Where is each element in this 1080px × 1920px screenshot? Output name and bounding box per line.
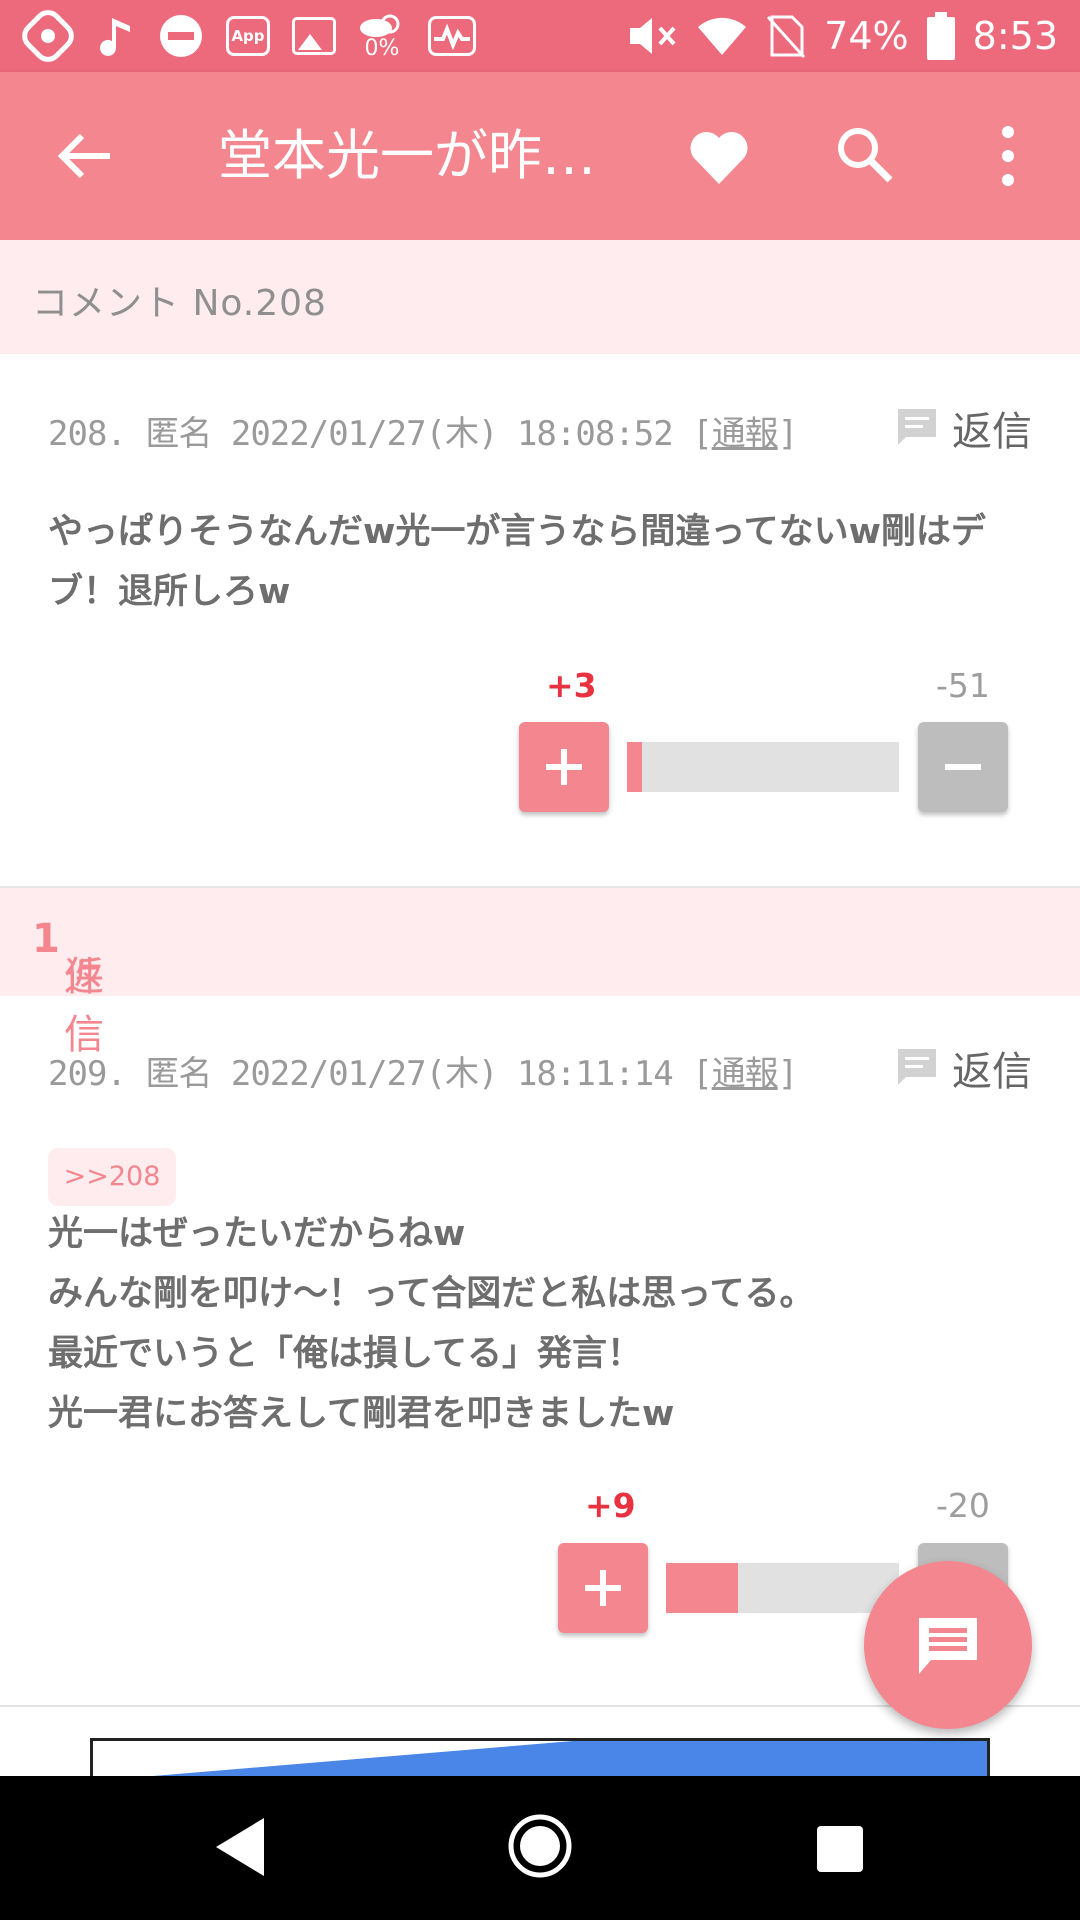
comment-datetime: 2022/01/27(木) 18:11:14 [230, 1054, 674, 1094]
reply-count-suffix: 件 [64, 954, 104, 1000]
weather-icon: 0% [358, 12, 406, 60]
vote-ratio-fill [627, 742, 643, 792]
comment-datetime: 2022/01/27(木) 18:08:52 [230, 414, 674, 454]
search-icon[interactable] [830, 120, 898, 188]
nav-recent-icon[interactable] [817, 1826, 863, 1872]
plus-vote-button[interactable] [519, 722, 609, 812]
comment-line: 最近でいうと「俺は損してる」発言！ [48, 1334, 642, 1374]
comment-author: 匿名 [145, 414, 212, 454]
battery-icon [926, 12, 955, 60]
vote-ratio-fill [666, 1563, 739, 1613]
comment-header: コメント No.208 [0, 240, 1080, 354]
battery-percent: 74% [824, 14, 909, 58]
minus-vote-count: -20 [936, 1486, 990, 1525]
report-open-bracket: [ [692, 1054, 713, 1094]
comment-line: やっぱりそうなんだw光一が言うなら間違ってないw剛はデ [48, 512, 986, 552]
music-note-icon [96, 14, 136, 58]
article-image[interactable] [90, 1738, 990, 1778]
comment-body: 光一はぜったいだからねw みんな剛を叩け〜！って合図だと私は思ってる。 最近でい… [48, 1204, 1008, 1444]
vote-ratio-bar [627, 742, 899, 792]
comment-header-label: コメント No.208 [32, 283, 327, 324]
reply-count-number: 1 [32, 916, 60, 962]
comment-number: 209. [48, 1054, 127, 1094]
nav-home-icon[interactable] [506, 1812, 574, 1880]
comment-icon [919, 1618, 977, 1674]
weather-percent: 0% [364, 36, 400, 61]
status-bar: App 0% 74% 8:53 [0, 0, 1080, 72]
minus-vote-count: -51 [936, 666, 990, 705]
comment-line: 光一君にお答えして剛君を叩きましたw [48, 1394, 675, 1434]
report-close-bracket: ] [777, 414, 799, 454]
reply-button[interactable]: 返信 [896, 400, 1032, 456]
more-vert-icon[interactable] [990, 118, 1026, 194]
plus-vote-button[interactable] [558, 1543, 648, 1633]
page-title: 堂本光一が昨… [218, 124, 596, 187]
vote-ratio-bar [666, 1563, 899, 1613]
report-open-bracket: [ [692, 414, 713, 454]
anchor-link[interactable]: >>208 [48, 1148, 176, 1206]
comment-meta: 209. 匿名 2022/01/27(木) 18:11:14 [通報] [48, 1046, 799, 1095]
app-logo-icon [22, 10, 74, 62]
plus-vote-count: +3 [546, 666, 597, 705]
app-bar: 堂本光一が昨… [0, 72, 1080, 240]
comment-body: やっぱりそうなんだw光一が言うなら間違ってないw剛はデ ブ！退所しろw [48, 502, 1008, 622]
reply-button[interactable]: 返信 [896, 1040, 1032, 1096]
minus-vote-button[interactable] [918, 722, 1008, 812]
do-not-disturb-icon [158, 13, 204, 59]
nav-back-icon[interactable] [212, 1812, 268, 1882]
comment-line: みんな剛を叩け〜！って合図だと私は思ってる。 [48, 1274, 815, 1314]
report-link[interactable]: 通報 [712, 1054, 779, 1094]
app-badge-icon: App [226, 16, 270, 56]
pulse-icon [428, 16, 476, 56]
mute-icon [626, 14, 678, 58]
wifi-icon [696, 15, 748, 57]
comment-author: 匿名 [145, 1054, 212, 1094]
report-link[interactable]: 通報 [712, 414, 779, 454]
navigation-bar [0, 1776, 1080, 1920]
plus-vote-count: +9 [585, 1486, 636, 1525]
reply-count-label: 返信 1 件 [32, 916, 104, 1058]
image-icon [292, 17, 336, 55]
comment-meta: 208. 匿名 2022/01/27(木) 18:08:52 [通報] [48, 406, 799, 455]
comment-line: 光一はぜったいだからねw [48, 1214, 466, 1254]
reply-comment-icon [898, 1049, 936, 1085]
comment-line: ブ！退所しろw [48, 572, 291, 612]
reply-label: 返信 [952, 409, 1032, 455]
report-close-bracket: ] [777, 1054, 799, 1094]
back-arrow-icon[interactable] [50, 122, 118, 190]
heart-icon[interactable] [686, 124, 752, 190]
clock: 8:53 [972, 14, 1058, 58]
comment-fab-button[interactable] [864, 1561, 1032, 1729]
reply-label: 返信 [952, 1049, 1032, 1095]
reply-count-header: 返信 1 件 [0, 886, 1080, 1058]
comment-number: 208. [48, 414, 127, 454]
reply-comment-icon [898, 409, 936, 445]
no-sim-icon [766, 13, 806, 59]
